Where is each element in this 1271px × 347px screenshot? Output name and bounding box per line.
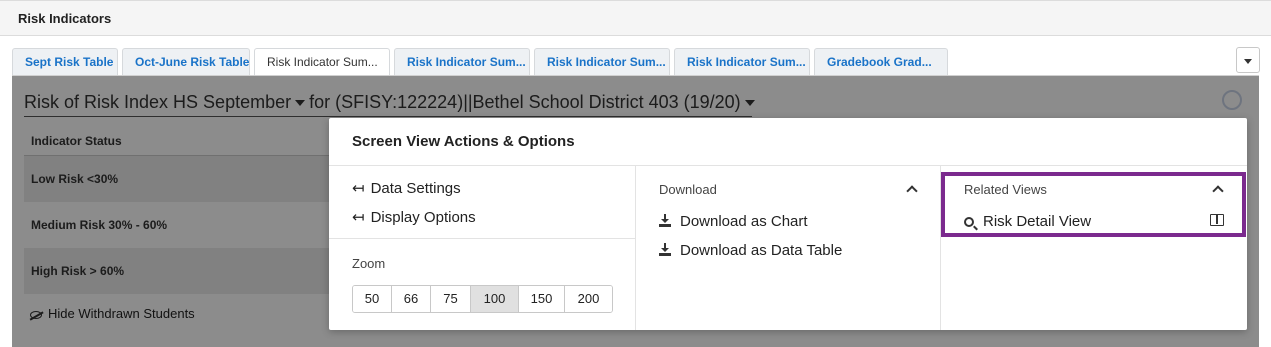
open-split-view-icon[interactable] xyxy=(1210,214,1224,226)
download-icon xyxy=(659,214,671,227)
download-chart-button[interactable]: Download as Chart xyxy=(659,213,808,230)
download-data-table-label: Download as Data Table xyxy=(680,242,843,259)
download-chart-label: Download as Chart xyxy=(680,213,808,230)
screen-view-actions-modal: Screen View Actions & Options ↤ Data Sett… xyxy=(329,118,1247,330)
page-title: Risk Indicators xyxy=(18,11,112,26)
tab-risk-indicator-summary-4[interactable]: Risk Indicator Sum... xyxy=(674,48,810,75)
modal-title: Screen View Actions & Options xyxy=(352,133,575,150)
chevron-down-icon xyxy=(1244,59,1252,64)
data-settings-label: Data Settings xyxy=(370,180,461,197)
download-column: Download Download as Chart Download as D… xyxy=(636,166,941,330)
page-header: Risk Indicators xyxy=(0,0,1271,36)
zoom-100-button[interactable]: 100 xyxy=(471,286,519,312)
zoom-150-button[interactable]: 150 xyxy=(519,286,565,312)
zoom-button-group: 50 66 75 100 150 200 xyxy=(352,285,613,313)
tab-sept-risk-table[interactable]: Sept Risk Table xyxy=(12,48,118,75)
risk-detail-view-label: Risk Detail View xyxy=(983,213,1092,230)
download-icon xyxy=(659,243,671,256)
download-label: Download xyxy=(659,182,717,197)
arrow-left-to-bar-icon: ↤ xyxy=(352,180,365,197)
display-options-button[interactable]: ↤ Display Options xyxy=(352,208,476,226)
data-settings-button[interactable]: ↤ Data Settings xyxy=(352,179,461,197)
tab-oct-june-risk-table[interactable]: Oct-June Risk Table xyxy=(122,48,250,75)
download-data-table-button[interactable]: Download as Data Table xyxy=(659,242,842,259)
tabs-overflow-dropdown[interactable] xyxy=(1236,47,1260,73)
search-icon xyxy=(964,217,974,227)
zoom-75-button[interactable]: 75 xyxy=(431,286,471,312)
chevron-up-icon[interactable] xyxy=(906,185,918,197)
zoom-label: Zoom xyxy=(352,256,386,271)
related-views-label: Related Views xyxy=(964,182,1047,197)
zoom-50-button[interactable]: 50 xyxy=(353,286,392,312)
zoom-200-button[interactable]: 200 xyxy=(565,286,612,312)
display-options-label: Display Options xyxy=(370,209,476,226)
related-views-column: Related Views Risk Detail View xyxy=(941,166,1247,330)
zoom-66-button[interactable]: 66 xyxy=(392,286,431,312)
risk-detail-view-link[interactable]: Risk Detail View xyxy=(964,213,1091,230)
tab-gradebook-grades[interactable]: Gradebook Grad... xyxy=(814,48,948,75)
divider xyxy=(329,238,636,239)
tab-risk-indicator-summary-2[interactable]: Risk Indicator Sum... xyxy=(394,48,530,75)
actions-column: ↤ Data Settings ↤ Display Options Zoom 50 … xyxy=(329,166,636,330)
tab-risk-indicator-summary-3[interactable]: Risk Indicator Sum... xyxy=(534,48,670,75)
tab-bar: Sept Risk Table Oct-June Risk Table Risk… xyxy=(12,48,952,75)
tab-risk-indicator-summary-1[interactable]: Risk Indicator Sum... xyxy=(254,48,390,75)
arrow-left-to-bar-icon: ↤ xyxy=(352,209,365,226)
